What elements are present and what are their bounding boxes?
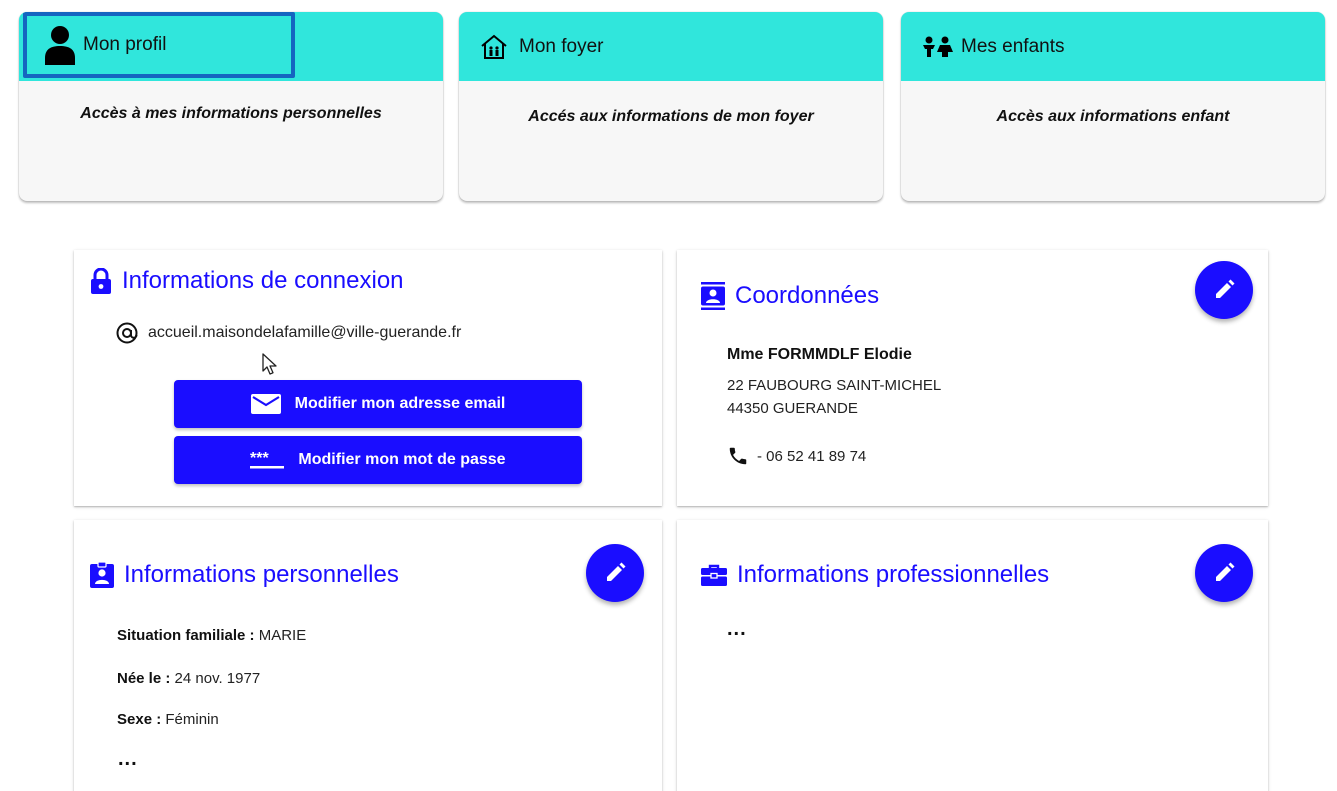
more-pro-ellipsis[interactable]: ... <box>727 618 747 641</box>
phone-row: - 06 52 41 89 74 <box>727 445 866 467</box>
panel-title-perso: Informations personnelles <box>90 561 399 589</box>
card-header-foyer[interactable]: Mon foyer <box>459 12 883 81</box>
situation-row: Situation familiale : MARIE <box>117 627 306 644</box>
svg-text:***: *** <box>250 450 269 467</box>
pro-title-text: Informations professionnelles <box>737 561 1050 588</box>
phone-number: - 06 52 41 89 74 <box>757 447 867 465</box>
change-email-label: Modifier mon adresse email <box>294 395 506 412</box>
panel-title-pro: Informations professionnelles <box>701 561 1049 589</box>
change-email-button[interactable]: Modifier mon adresse email <box>174 380 582 428</box>
address-line-2: 44350 GUERANDE <box>727 400 858 417</box>
situation-label: Situation familiale : <box>117 627 255 644</box>
address-line-1: 22 FAUBOURG SAINT-MICHEL <box>727 377 942 394</box>
pencil-icon <box>1213 562 1235 584</box>
contact-book-icon <box>701 282 725 310</box>
situation-value: MARIE <box>258 627 307 644</box>
change-password-label: Modifier mon mot de passe <box>298 451 506 468</box>
naissance-label: Née le : <box>117 670 171 687</box>
card-title-foyer: Mon foyer <box>519 35 604 57</box>
menu-card-foyer[interactable]: Mon foyer Accés aux informations de mon … <box>459 12 883 201</box>
mouse-cursor-icon <box>262 353 278 382</box>
sexe-value: Féminin <box>165 711 219 728</box>
family-home-icon <box>479 33 519 61</box>
panel-title-connexion: Informations de connexion <box>90 267 404 295</box>
phone-icon <box>727 445 749 467</box>
edit-perso-button[interactable] <box>586 544 644 602</box>
contact-name: Mme FORMMDLF Elodie <box>727 346 912 363</box>
sexe-row: Sexe : Féminin <box>117 711 219 728</box>
children-icon <box>921 36 961 58</box>
coordonnees-title-text: Coordonnées <box>735 282 880 309</box>
password-icon: *** <box>250 450 285 470</box>
briefcase-icon <box>701 564 727 586</box>
card-title-enfants: Mes enfants <box>961 35 1065 57</box>
card-description-enfants: Accès aux informations enfant <box>996 108 1230 125</box>
panel-title-coordonnees: Coordonnées <box>701 282 879 310</box>
card-description-profil: Accès à mes informations personnelles <box>80 105 382 122</box>
panel-informations-personnelles: Informations personnelles Situation fami… <box>74 520 662 791</box>
envelope-icon <box>250 394 281 414</box>
person-icon <box>43 25 83 65</box>
id-badge-icon <box>90 562 114 588</box>
panel-informations-professionnelles: Informations professionnelles ... <box>677 520 1268 791</box>
edit-pro-button[interactable] <box>1195 544 1253 602</box>
perso-title-text: Informations personnelles <box>124 561 399 588</box>
menu-card-enfants[interactable]: Mes enfants Accès aux informations enfan… <box>901 12 1325 201</box>
panel-connexion: Informations de connexion accueil.maison… <box>74 250 662 506</box>
sexe-label: Sexe : <box>117 711 162 728</box>
naissance-row: Née le : 24 nov. 1977 <box>117 670 260 687</box>
edit-coordonnees-button[interactable] <box>1195 261 1253 319</box>
menu-card-profil[interactable]: Mon profil Accès à mes informations pers… <box>19 12 443 201</box>
panel-coordonnees: Coordonnées Mme FORMMDLF Elodie 22 FAUBO… <box>677 250 1268 506</box>
connexion-title-text: Informations de connexion <box>122 267 404 294</box>
lock-icon <box>90 268 112 294</box>
pencil-icon <box>1213 279 1235 301</box>
card-description-foyer: Accés aux informations de mon foyer <box>528 108 814 125</box>
more-perso-ellipsis[interactable]: ... <box>118 748 138 771</box>
at-sign-icon <box>116 322 138 344</box>
email-value: accueil.maisondelafamille@ville-guerande… <box>148 324 462 341</box>
card-header-enfants[interactable]: Mes enfants <box>901 12 1325 81</box>
change-password-button[interactable]: *** Modifier mon mot de passe <box>174 436 582 484</box>
pencil-icon <box>604 562 626 584</box>
email-row: accueil.maisondelafamille@ville-guerande… <box>116 322 461 344</box>
card-title-profil: Mon profil <box>83 34 167 55</box>
card-header-profil[interactable]: Mon profil <box>23 12 295 78</box>
naissance-value: 24 nov. 1977 <box>174 670 261 687</box>
